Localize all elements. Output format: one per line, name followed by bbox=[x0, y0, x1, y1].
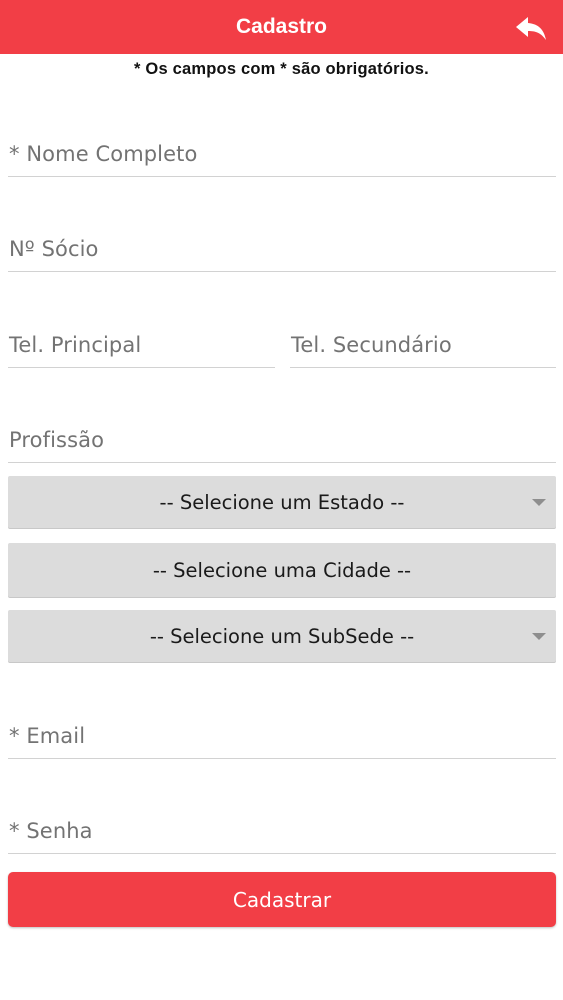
member-number-field[interactable]: Nº Sócio bbox=[8, 232, 556, 272]
back-button[interactable] bbox=[511, 12, 551, 44]
chevron-down-icon bbox=[532, 499, 546, 506]
password-field[interactable]: * Senha bbox=[8, 814, 556, 854]
email-field[interactable]: * Email bbox=[8, 719, 556, 759]
register-button-label: Cadastrar bbox=[232, 887, 332, 912]
main-phone-placeholder: Tel. Principal bbox=[9, 333, 142, 357]
city-select-value: -- Selecione uma Cidade -- bbox=[152, 558, 412, 582]
main-phone-field[interactable]: Tel. Principal bbox=[8, 328, 275, 368]
secondary-phone-placeholder: Tel. Secundário bbox=[291, 333, 452, 357]
state-select-value: -- Selecione um Estado -- bbox=[159, 490, 405, 514]
registration-screen: Cadastro * Os campos com * são obrigatór… bbox=[0, 0, 563, 1000]
password-placeholder: * Senha bbox=[9, 819, 93, 843]
required-fields-note: * Os campos com * são obrigatórios. bbox=[134, 60, 429, 78]
page-title: Cadastro bbox=[235, 15, 328, 38]
register-button[interactable]: Cadastrar bbox=[8, 872, 556, 927]
state-select[interactable]: -- Selecione um Estado -- bbox=[8, 476, 556, 528]
app-header: Cadastro bbox=[0, 0, 563, 54]
secondary-phone-field[interactable]: Tel. Secundário bbox=[290, 328, 556, 368]
profession-placeholder: Profissão bbox=[9, 428, 105, 452]
city-select[interactable]: -- Selecione uma Cidade -- bbox=[8, 543, 556, 597]
email-placeholder: * Email bbox=[9, 724, 86, 748]
full-name-placeholder: * Nome Completo bbox=[9, 142, 198, 166]
member-number-placeholder: Nº Sócio bbox=[9, 237, 99, 261]
reply-back-icon bbox=[516, 17, 546, 40]
subsede-select[interactable]: -- Selecione um SubSede -- bbox=[8, 610, 556, 662]
chevron-down-icon bbox=[532, 633, 546, 640]
subsede-select-value: -- Selecione um SubSede -- bbox=[149, 624, 415, 648]
profession-field[interactable]: Profissão bbox=[8, 423, 556, 463]
full-name-field[interactable]: * Nome Completo bbox=[8, 137, 556, 177]
